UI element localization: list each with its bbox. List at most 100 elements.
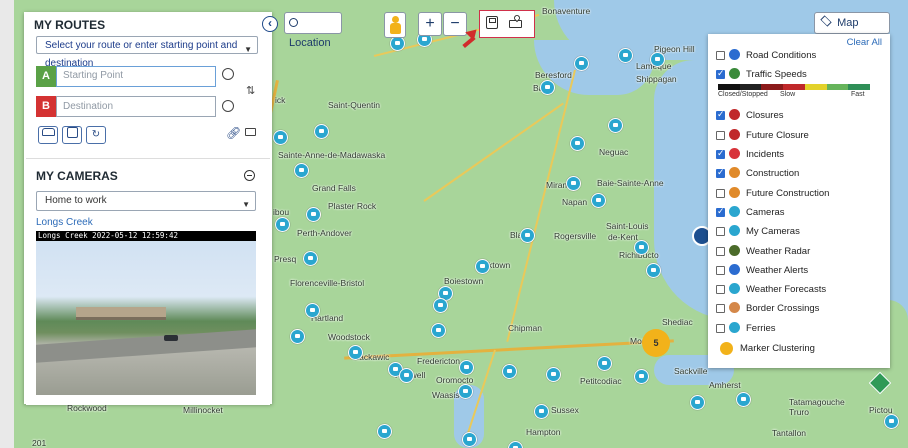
map-label: Sussex (551, 405, 579, 415)
camera-marker[interactable] (508, 441, 523, 448)
camera-marker[interactable] (294, 163, 309, 178)
map-label: Bonaventure (542, 6, 591, 16)
collapse-cameras-button[interactable] (244, 170, 255, 181)
camera-marker[interactable] (546, 367, 561, 382)
camera-marker[interactable] (314, 124, 329, 139)
swap-icon[interactable]: ⇅ (246, 84, 255, 97)
crosshair-icon[interactable] (222, 68, 234, 80)
camera-name-link[interactable]: Longs Creek (36, 217, 93, 228)
layer-checkbox[interactable] (716, 227, 725, 236)
pegman-icon[interactable] (384, 12, 406, 38)
map-label: Rogersville (554, 231, 597, 241)
layer-name: Incidents (746, 149, 785, 160)
layer-marker-icon (729, 129, 740, 140)
camera-marker[interactable] (608, 118, 623, 133)
layer-checkbox[interactable] (716, 109, 725, 120)
speed-scale-segment (761, 84, 784, 90)
location-button[interactable]: Location (284, 12, 342, 49)
collapse-panel-button[interactable]: ‹ (262, 16, 278, 32)
truck-icon (66, 127, 78, 138)
crosshair-icon[interactable] (222, 100, 234, 112)
share-location-icon[interactable] (509, 13, 523, 29)
camera-marker[interactable] (650, 52, 665, 67)
clear-all-link[interactable]: Clear All (847, 37, 882, 48)
camera-marker[interactable] (399, 368, 414, 383)
camera-marker[interactable] (390, 36, 405, 51)
map-label: ick (275, 95, 286, 105)
map-label: de-Kent (608, 232, 638, 242)
truck-route-button[interactable] (62, 126, 82, 144)
save-view-icon[interactable] (486, 16, 498, 29)
map-label: Fredericton (417, 356, 460, 366)
link-icon[interactable]: 🔗︎ (226, 126, 241, 140)
camera-marker[interactable] (884, 414, 899, 429)
camera-marker[interactable] (348, 345, 363, 360)
layer-name: My Cameras (746, 226, 800, 237)
map-label: Baie-Sainte-Anne (597, 178, 664, 188)
map-label: ktown (488, 260, 511, 270)
layer-marker-icon (729, 264, 740, 275)
layer-checkbox[interactable] (716, 324, 725, 333)
camera-marker[interactable] (634, 369, 649, 384)
weather-alert-icon[interactable] (868, 371, 892, 395)
layer-checkbox[interactable] (716, 131, 725, 140)
layer-marker-icon (729, 49, 740, 60)
layer-checkbox[interactable] (716, 266, 725, 275)
camera-marker[interactable] (433, 298, 448, 313)
map-label: Woodstock (328, 332, 370, 342)
print-icon[interactable] (245, 128, 256, 136)
starting-point-input[interactable]: Starting Point (56, 66, 216, 87)
camera-group-select[interactable]: Home to work ▼ (36, 191, 256, 211)
layer-checkbox[interactable] (716, 285, 725, 294)
route-select[interactable]: Select your route or enter starting poin… (36, 36, 258, 69)
layer-checkbox[interactable] (716, 167, 725, 178)
camera-marker[interactable] (475, 259, 490, 274)
camera-marker[interactable] (290, 329, 305, 344)
layer-checkbox[interactable] (716, 68, 725, 79)
camera-marker[interactable] (303, 251, 318, 266)
camera-marker[interactable] (646, 263, 661, 278)
camera-marker[interactable] (458, 384, 473, 399)
layer-checkbox[interactable] (716, 206, 725, 217)
camera-marker[interactable] (690, 395, 705, 410)
map-label: ibou (273, 207, 290, 217)
zoom-in-button[interactable]: + (418, 12, 442, 36)
camera-marker[interactable] (591, 193, 606, 208)
layer-checkbox[interactable] (716, 148, 725, 159)
camera-marker[interactable] (275, 217, 290, 232)
camera-marker[interactable] (618, 48, 633, 63)
camera-marker[interactable] (534, 404, 549, 419)
camera-marker[interactable] (520, 228, 535, 243)
layer-checkbox[interactable] (716, 304, 725, 313)
layer-name: Traffic Speeds (746, 69, 807, 80)
layer-checkbox[interactable] (716, 51, 725, 60)
camera-marker[interactable] (736, 392, 751, 407)
layer-checkbox[interactable] (716, 189, 725, 198)
layer-checkbox[interactable] (716, 247, 725, 256)
layer-name: Ferries (746, 323, 776, 334)
marker-cluster[interactable]: 5 (642, 329, 670, 357)
camera-marker[interactable] (459, 360, 474, 375)
road-route-8 (423, 102, 564, 202)
layer-name: Road Conditions (746, 50, 817, 61)
map-legend-button[interactable]: Map Legend (814, 12, 890, 49)
camera-marker[interactable] (273, 130, 288, 145)
zoom-out-button[interactable]: − (443, 12, 467, 36)
refresh-route-button[interactable]: ↻ (86, 126, 106, 144)
camera-marker[interactable] (306, 207, 321, 222)
camera-marker[interactable] (305, 303, 320, 318)
camera-marker[interactable] (540, 80, 555, 95)
point-b-badge: B (36, 96, 56, 117)
camera-marker[interactable] (462, 432, 477, 447)
camera-marker[interactable] (574, 56, 589, 71)
camera-marker[interactable] (566, 176, 581, 191)
camera-marker[interactable] (502, 364, 517, 379)
camera-marker[interactable] (634, 240, 649, 255)
camera-marker[interactable] (597, 356, 612, 371)
car-route-button[interactable] (38, 126, 58, 144)
camera-image[interactable]: Longs Creek 2022-05-12 12:59:42 (36, 231, 256, 395)
camera-marker[interactable] (377, 424, 392, 439)
camera-marker[interactable] (431, 323, 446, 338)
destination-input[interactable]: Destination (56, 96, 216, 117)
camera-marker[interactable] (570, 136, 585, 151)
